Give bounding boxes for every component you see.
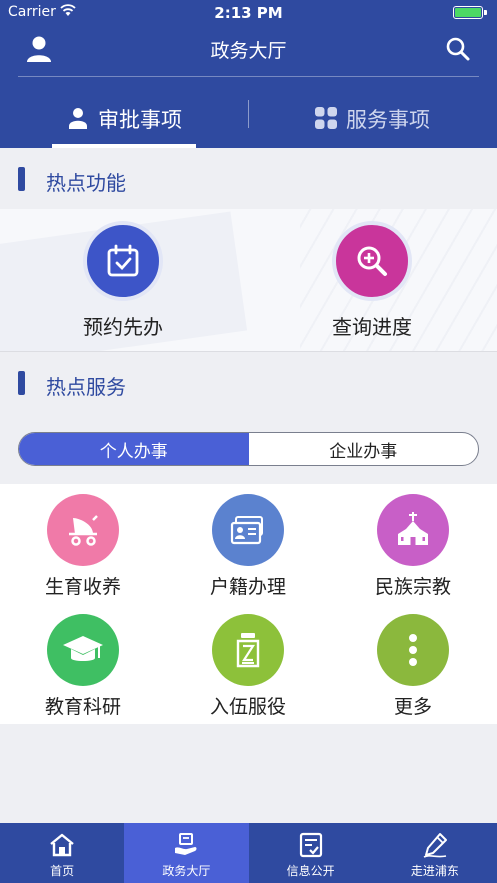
progress-query-button[interactable]: 查询进度 [292,221,452,340]
segment-control: 个人办事 企业办事 [18,432,479,466]
home-icon [50,833,74,857]
magnify-plus-icon [357,246,387,276]
stroller-icon [69,515,98,546]
grid-icon [315,107,337,129]
service-military[interactable]: 入伍服役 [178,614,318,719]
top-tabs: 审批事项 服务事项 [0,92,497,148]
service-household[interactable]: 户籍办理 [178,494,318,599]
hall-icon [175,833,197,855]
tab-service[interactable]: 服务事项 [300,92,444,148]
segment-enterprise[interactable]: 企业办事 [249,433,479,465]
section-title: 热点功能 [46,171,126,195]
tabbar-hall[interactable]: 政务大厅 [124,823,249,883]
clock: 2:13 PM [214,4,283,22]
document-check-icon [299,832,322,858]
service-birth-adoption[interactable]: 生育收养 [13,494,153,599]
church-icon [398,512,428,545]
tabbar-home[interactable]: 首页 [0,823,124,883]
search-icon[interactable] [445,36,471,62]
id-card-icon [230,516,263,545]
section-hot-services: 热点服务 [0,353,497,413]
segment-personal[interactable]: 个人办事 [19,433,249,465]
calendar-check-icon [107,244,139,277]
service-education-research[interactable]: 教育科研 [13,614,153,719]
bottom-tab-bar: 首页 政务大厅 信息公开 走进浦东 [0,823,497,883]
pen-icon [423,833,447,858]
tabbar-info[interactable]: 信息公开 [249,823,373,883]
tabbar-pudong[interactable]: 走进浦东 [373,823,497,883]
active-tab-indicator [52,144,196,148]
header: Carrier 2:13 PM 政务大厅 审批事项 服务事项 [0,0,497,148]
section-hot-functions: 热点功能 [0,149,497,209]
services-grid: 生育收养 户籍办理 民族宗教 教育科研 入伍服役 更多 [0,484,497,724]
tab-approval[interactable]: 审批事项 [52,92,196,148]
hot-functions-panel: 预约先办 查询进度 [0,209,497,352]
service-ethnic-religion[interactable]: 民族宗教 [343,494,483,599]
service-more[interactable]: 更多 [343,614,483,719]
graduation-cap-icon [63,636,103,661]
page-title: 政务大厅 [210,40,287,62]
status-bar: Carrier 2:13 PM [0,0,497,26]
battery-icon [453,6,483,19]
appointment-button[interactable]: 预约先办 [43,221,203,340]
soldier-icon [236,633,260,668]
more-dots-icon [409,634,417,666]
person-icon [69,108,87,129]
section-title: 热点服务 [46,375,126,399]
tab-label: 服务事项 [346,108,430,132]
tab-label: 审批事项 [98,108,182,132]
